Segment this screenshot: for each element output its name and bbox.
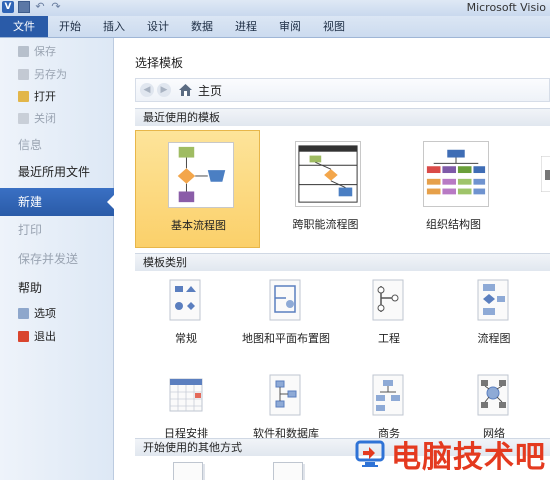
category-general[interactable]: 常规	[140, 278, 232, 348]
nav-exit[interactable]: 退出	[0, 325, 114, 347]
nav-options-label: 选项	[34, 307, 56, 320]
cross-functional-flowchart-thumbnail	[295, 141, 361, 207]
tab-data[interactable]: 数据	[180, 16, 224, 37]
category-label: 工程	[378, 332, 400, 345]
category-label: 流程图	[477, 332, 511, 345]
nav-save-as-label: 另存为	[34, 68, 67, 81]
title-bar: V ↶ ↷ Microsoft Visio	[0, 0, 550, 16]
template-basic-flowchart[interactable]: 基本流程图	[135, 130, 260, 248]
nav-exit-label: 退出	[34, 330, 56, 343]
tab-review[interactable]: 审阅	[268, 16, 312, 37]
nav-close[interactable]: 关闭	[0, 107, 114, 129]
category-software-database[interactable]: 软件和数据库	[240, 373, 332, 443]
category-engineering[interactable]: 工程	[343, 278, 435, 348]
nav-print[interactable]: 打印	[0, 216, 114, 244]
page-title: 选择模板	[135, 56, 184, 70]
breadcrumb-home[interactable]: 主页	[198, 82, 222, 99]
ribbon-tabs: 文件 开始 插入 设计 数据 进程 审阅 视图	[0, 16, 550, 38]
save-icon	[18, 45, 29, 57]
section-template-categories: 模板类别	[135, 253, 550, 271]
basic-flowchart-thumbnail	[168, 142, 234, 208]
forward-arrow-icon[interactable]: ▶	[157, 83, 171, 97]
template-label: 组织结构图	[426, 218, 481, 231]
tab-insert[interactable]: 插入	[92, 16, 136, 37]
nav-save-as[interactable]: 另存为	[0, 63, 114, 85]
nav-open-label: 打开	[34, 90, 56, 103]
business-icon	[372, 374, 404, 416]
breadcrumb: ◀ ▶ 主页	[135, 78, 550, 102]
template-more-partial[interactable]	[519, 130, 550, 248]
watermark-text: 电脑技术吧	[391, 440, 546, 475]
category-flowchart[interactable]: 流程图	[448, 278, 540, 348]
nav-new[interactable]: 新建	[0, 188, 115, 216]
window-title: Microsoft Visio	[466, 1, 546, 14]
options-icon	[18, 307, 29, 319]
nav-save-send[interactable]: 保存并发送	[0, 245, 114, 273]
tab-view[interactable]: 视图	[312, 16, 356, 37]
nav-info[interactable]: 信息	[0, 131, 114, 159]
partial-template-thumbnail	[541, 156, 550, 192]
org-chart-thumbnail	[423, 141, 489, 207]
undo-icon[interactable]: ↶	[34, 1, 46, 13]
template-cross-functional-flowchart[interactable]: 跨职能流程图	[263, 130, 388, 248]
redo-icon[interactable]: ↷	[50, 1, 62, 13]
other-option-sample-icon[interactable]	[273, 462, 303, 480]
general-shapes-icon	[169, 279, 201, 321]
new-document-panel: 选择模板 ◀ ▶ 主页 最近使用的模板 基本流程图 跨职能流程图 组织结构图 模…	[115, 38, 550, 480]
flowchart-icon	[477, 279, 509, 321]
software-database-icon	[269, 374, 301, 416]
watermark-logo-icon	[355, 440, 385, 467]
map-floorplan-icon	[269, 279, 301, 321]
engineering-icon	[372, 279, 404, 321]
backstage-nav: 保存 另存为 打开 关闭 信息 最近所用文件 新建 打印 保存并发送 帮助 选项…	[0, 38, 115, 480]
tab-file[interactable]: 文件	[0, 16, 48, 37]
exit-icon	[18, 330, 29, 342]
template-org-chart[interactable]: 组织结构图	[391, 130, 516, 248]
other-option-blank-icon[interactable]	[173, 462, 203, 480]
section-recent-templates: 最近使用的模板	[135, 108, 550, 126]
calendar-icon	[169, 378, 203, 412]
tab-process[interactable]: 进程	[224, 16, 268, 37]
quick-access-toolbar: V ↶ ↷	[2, 1, 62, 13]
back-arrow-icon[interactable]: ◀	[140, 83, 154, 97]
save-as-icon	[18, 68, 29, 80]
nav-new-label: 新建	[18, 195, 43, 209]
save-icon[interactable]	[18, 1, 30, 13]
template-label: 跨职能流程图	[292, 218, 359, 231]
nav-recent[interactable]: 最近所用文件	[0, 158, 114, 186]
home-icon[interactable]	[179, 84, 192, 96]
folder-icon	[18, 90, 29, 102]
network-icon	[477, 374, 509, 416]
nav-options[interactable]: 选项	[0, 302, 114, 324]
category-maps-floorplans[interactable]: 地图和平面布置图	[240, 278, 332, 348]
nav-open[interactable]: 打开	[0, 85, 114, 107]
nav-save-label: 保存	[34, 45, 56, 58]
close-file-icon	[18, 112, 29, 124]
template-label: 基本流程图	[171, 219, 226, 232]
nav-save[interactable]: 保存	[0, 40, 114, 62]
category-label: 地图和平面布置图	[242, 332, 330, 345]
category-schedule[interactable]: 日程安排	[140, 373, 232, 443]
tab-design[interactable]: 设计	[136, 16, 180, 37]
tab-home[interactable]: 开始	[48, 16, 92, 37]
watermark: 电脑技术吧	[355, 432, 546, 476]
nav-help[interactable]: 帮助	[0, 274, 114, 302]
category-label: 常规	[175, 332, 197, 345]
nav-close-label: 关闭	[34, 112, 56, 125]
visio-logo-icon[interactable]: V	[2, 1, 14, 13]
